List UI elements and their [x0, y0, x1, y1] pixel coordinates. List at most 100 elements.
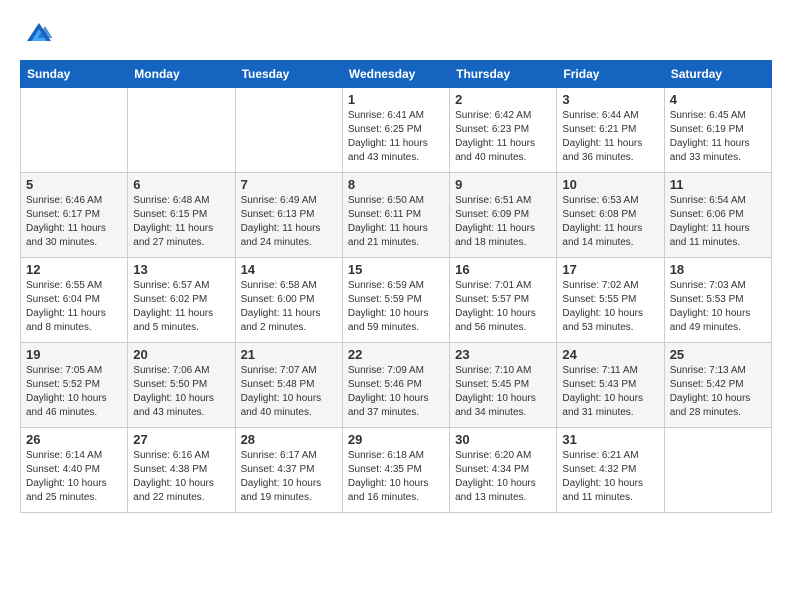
day-number: 2: [455, 92, 551, 107]
calendar-table: SundayMondayTuesdayWednesdayThursdayFrid…: [20, 60, 772, 513]
week-row-1: 5Sunrise: 6:46 AM Sunset: 6:17 PM Daylig…: [21, 173, 772, 258]
day-number: 27: [133, 432, 229, 447]
day-header-saturday: Saturday: [664, 61, 771, 88]
day-number: 10: [562, 177, 658, 192]
calendar-cell: 8 Sunrise: 6:50 AM Sunset: 6:11 PM Daylig…: [342, 173, 449, 258]
calendar-cell: 29 Sunrise: 6:18 AM Sunset: 4:35 PM Dayli…: [342, 428, 449, 513]
calendar-cell: [128, 88, 235, 173]
day-header-thursday: Thursday: [450, 61, 557, 88]
day-number: 20: [133, 347, 229, 362]
calendar-cell: 9Sunrise: 6:51 AM Sunset: 6:09 PM Daylig…: [450, 173, 557, 258]
calendar-cell: 13 Sunrise: 6:57 AM Sunset: 6:02 PM Dayli…: [128, 258, 235, 343]
calendar-cell: [664, 428, 771, 513]
day-info: Sunrise: 6:58 AM Sunset: 6:00 PM Dayligh…: [241, 279, 337, 335]
day-info: Sunrise: 6:44 AM Sunset: 6:21 PM Dayligh…: [562, 109, 658, 165]
day-info: Sunrise: 6:17 AM Sunset: 4:37 PM Dayligh…: [241, 449, 337, 505]
calendar-cell: 20 Sunrise: 7:06 AM Sunset: 5:50 PM Dayli…: [128, 343, 235, 428]
day-info: Sunrise: 7:10 AM Sunset: 5:45 PM Dayligh…: [455, 364, 551, 420]
day-number: 28: [241, 432, 337, 447]
day-header-sunday: Sunday: [21, 61, 128, 88]
calendar-cell: 30Sunrise: 6:20 AM Sunset: 4:34 PM Dayli…: [450, 428, 557, 513]
day-number: 19: [26, 347, 122, 362]
calendar-cell: 5Sunrise: 6:46 AM Sunset: 6:17 PM Daylig…: [21, 173, 128, 258]
day-info: Sunrise: 6:21 AM Sunset: 4:32 PM Dayligh…: [562, 449, 658, 505]
day-number: 17: [562, 262, 658, 277]
calendar-cell: 23 Sunrise: 7:10 AM Sunset: 5:45 PM Dayli…: [450, 343, 557, 428]
day-number: 23: [455, 347, 551, 362]
calendar-cell: 12 Sunrise: 6:55 AM Sunset: 6:04 PM Dayli…: [21, 258, 128, 343]
day-number: 5: [26, 177, 122, 192]
calendar-cell: 16Sunrise: 7:01 AM Sunset: 5:57 PM Dayli…: [450, 258, 557, 343]
day-info: Sunrise: 6:48 AM Sunset: 6:15 PM Dayligh…: [133, 194, 229, 250]
calendar-cell: 17 Sunrise: 7:02 AM Sunset: 5:55 PM Dayli…: [557, 258, 664, 343]
day-info: Sunrise: 6:16 AM Sunset: 4:38 PM Dayligh…: [133, 449, 229, 505]
day-number: 13: [133, 262, 229, 277]
calendar-cell: [235, 88, 342, 173]
day-number: 8: [348, 177, 444, 192]
calendar-cell: 27 Sunrise: 6:16 AM Sunset: 4:38 PM Dayli…: [128, 428, 235, 513]
day-info: Sunrise: 6:55 AM Sunset: 6:04 PM Dayligh…: [26, 279, 122, 335]
day-number: 3: [562, 92, 658, 107]
day-header-tuesday: Tuesday: [235, 61, 342, 88]
calendar-cell: 28 Sunrise: 6:17 AM Sunset: 4:37 PM Dayli…: [235, 428, 342, 513]
calendar-cell: 22 Sunrise: 7:09 AM Sunset: 5:46 PM Dayli…: [342, 343, 449, 428]
calendar-cell: 26 Sunrise: 6:14 AM Sunset: 4:40 PM Dayli…: [21, 428, 128, 513]
day-info: Sunrise: 6:45 AM Sunset: 6:19 PM Dayligh…: [670, 109, 766, 165]
calendar-cell: 2 Sunrise: 6:42 AM Sunset: 6:23 PM Daylig…: [450, 88, 557, 173]
day-info: Sunrise: 7:03 AM Sunset: 5:53 PM Dayligh…: [670, 279, 766, 335]
day-number: 15: [348, 262, 444, 277]
day-info: Sunrise: 6:41 AM Sunset: 6:25 PM Dayligh…: [348, 109, 444, 165]
day-number: 21: [241, 347, 337, 362]
day-info: Sunrise: 6:57 AM Sunset: 6:02 PM Dayligh…: [133, 279, 229, 335]
header-row: SundayMondayTuesdayWednesdayThursdayFrid…: [21, 61, 772, 88]
day-info: Sunrise: 7:09 AM Sunset: 5:46 PM Dayligh…: [348, 364, 444, 420]
day-info: Sunrise: 6:59 AM Sunset: 5:59 PM Dayligh…: [348, 279, 444, 335]
day-number: 31: [562, 432, 658, 447]
calendar-cell: 18 Sunrise: 7:03 AM Sunset: 5:53 PM Dayli…: [664, 258, 771, 343]
day-header-wednesday: Wednesday: [342, 61, 449, 88]
calendar-cell: [21, 88, 128, 173]
week-row-3: 19 Sunrise: 7:05 AM Sunset: 5:52 PM Dayli…: [21, 343, 772, 428]
calendar-cell: 25 Sunrise: 7:13 AM Sunset: 5:42 PM Dayli…: [664, 343, 771, 428]
day-number: 29: [348, 432, 444, 447]
day-info: Sunrise: 7:13 AM Sunset: 5:42 PM Dayligh…: [670, 364, 766, 420]
week-row-2: 12 Sunrise: 6:55 AM Sunset: 6:04 PM Dayli…: [21, 258, 772, 343]
calendar-cell: 4 Sunrise: 6:45 AM Sunset: 6:19 PM Daylig…: [664, 88, 771, 173]
day-number: 14: [241, 262, 337, 277]
day-info: Sunrise: 6:53 AM Sunset: 6:08 PM Dayligh…: [562, 194, 658, 250]
logo-icon: [24, 20, 54, 50]
day-number: 18: [670, 262, 766, 277]
day-info: Sunrise: 6:54 AM Sunset: 6:06 PM Dayligh…: [670, 194, 766, 250]
day-number: 22: [348, 347, 444, 362]
calendar-cell: 21Sunrise: 7:07 AM Sunset: 5:48 PM Dayli…: [235, 343, 342, 428]
day-number: 12: [26, 262, 122, 277]
calendar-cell: 10 Sunrise: 6:53 AM Sunset: 6:08 PM Dayli…: [557, 173, 664, 258]
week-row-0: 1Sunrise: 6:41 AM Sunset: 6:25 PM Daylig…: [21, 88, 772, 173]
day-info: Sunrise: 7:06 AM Sunset: 5:50 PM Dayligh…: [133, 364, 229, 420]
page: SundayMondayTuesdayWednesdayThursdayFrid…: [0, 0, 792, 523]
day-header-friday: Friday: [557, 61, 664, 88]
day-number: 24: [562, 347, 658, 362]
calendar-cell: 6 Sunrise: 6:48 AM Sunset: 6:15 PM Daylig…: [128, 173, 235, 258]
day-info: Sunrise: 6:20 AM Sunset: 4:34 PM Dayligh…: [455, 449, 551, 505]
day-number: 4: [670, 92, 766, 107]
day-number: 16: [455, 262, 551, 277]
week-row-4: 26 Sunrise: 6:14 AM Sunset: 4:40 PM Dayli…: [21, 428, 772, 513]
day-number: 25: [670, 347, 766, 362]
day-info: Sunrise: 6:42 AM Sunset: 6:23 PM Dayligh…: [455, 109, 551, 165]
calendar-cell: 1Sunrise: 6:41 AM Sunset: 6:25 PM Daylig…: [342, 88, 449, 173]
day-number: 6: [133, 177, 229, 192]
header: [20, 20, 772, 50]
day-info: Sunrise: 7:02 AM Sunset: 5:55 PM Dayligh…: [562, 279, 658, 335]
logo: [20, 20, 54, 50]
day-number: 26: [26, 432, 122, 447]
calendar-cell: 7Sunrise: 6:49 AM Sunset: 6:13 PM Daylig…: [235, 173, 342, 258]
calendar-cell: 24Sunrise: 7:11 AM Sunset: 5:43 PM Dayli…: [557, 343, 664, 428]
day-info: Sunrise: 6:18 AM Sunset: 4:35 PM Dayligh…: [348, 449, 444, 505]
day-info: Sunrise: 6:50 AM Sunset: 6:11 PM Dayligh…: [348, 194, 444, 250]
day-info: Sunrise: 6:14 AM Sunset: 4:40 PM Dayligh…: [26, 449, 122, 505]
calendar-cell: 15 Sunrise: 6:59 AM Sunset: 5:59 PM Dayli…: [342, 258, 449, 343]
day-number: 11: [670, 177, 766, 192]
day-info: Sunrise: 7:05 AM Sunset: 5:52 PM Dayligh…: [26, 364, 122, 420]
calendar-cell: 19 Sunrise: 7:05 AM Sunset: 5:52 PM Dayli…: [21, 343, 128, 428]
